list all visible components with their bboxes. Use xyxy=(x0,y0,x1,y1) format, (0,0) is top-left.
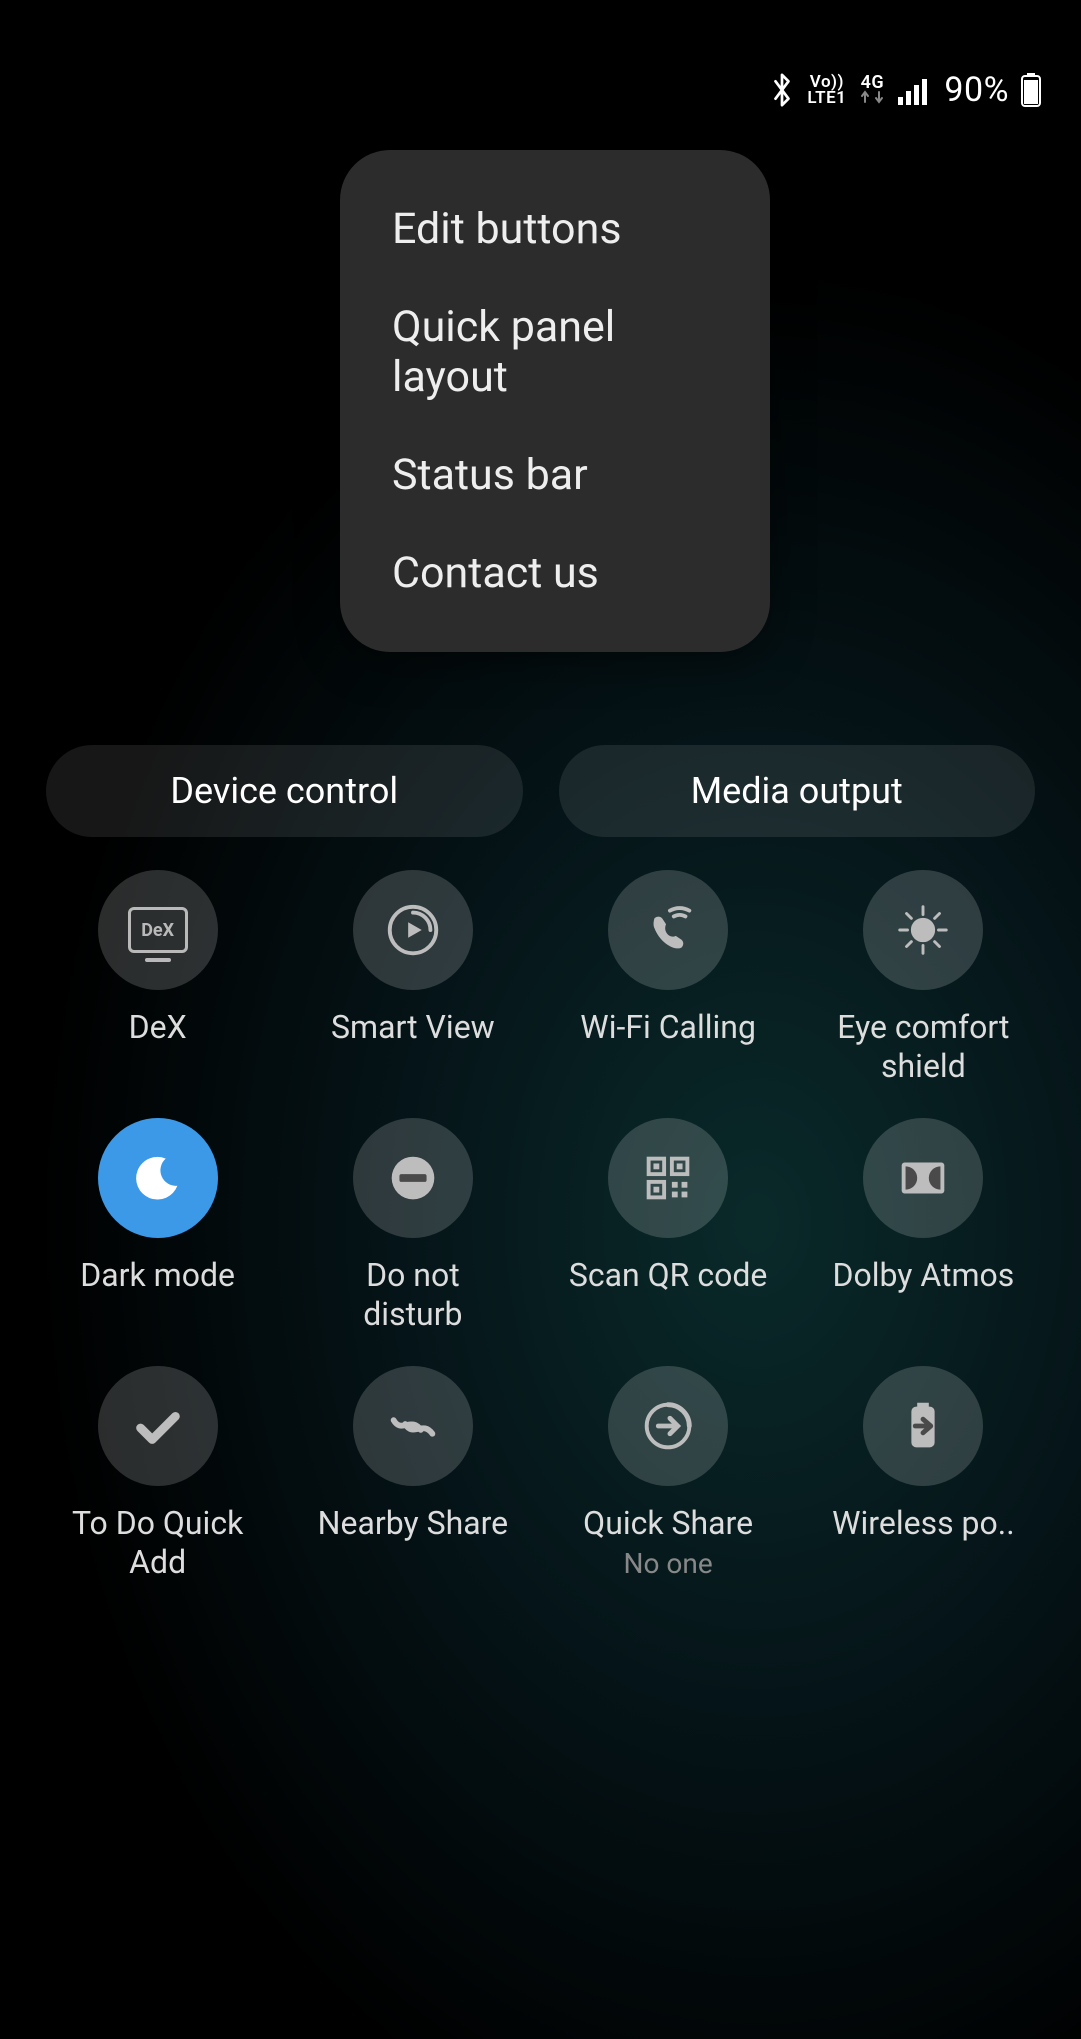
bluetooth-icon xyxy=(769,71,795,109)
tile-dnd[interactable]: Do not disturb xyxy=(285,1118,540,1334)
network-type-icon: 4G xyxy=(858,76,886,104)
tile-dark-mode[interactable]: Dark mode xyxy=(30,1118,285,1334)
tile-eye-comfort[interactable]: A Eye comfort shield xyxy=(796,870,1051,1086)
qr-icon xyxy=(637,1147,699,1209)
tile-label: Wireless po.. xyxy=(832,1504,1015,1543)
tile-label: Smart View xyxy=(331,1008,495,1047)
tile-wireless-powershare[interactable]: Wireless po.. xyxy=(796,1366,1051,1582)
overflow-menu: Edit buttons Quick panel layout Status b… xyxy=(340,150,770,652)
tile-smart-view[interactable]: Smart View xyxy=(285,870,540,1086)
signal-icon xyxy=(898,75,932,105)
menu-edit-buttons[interactable]: Edit buttons xyxy=(340,180,770,278)
menu-contact-us[interactable]: Contact us xyxy=(340,524,770,622)
tile-label: Nearby Share xyxy=(318,1504,508,1543)
tile-label: Eye comfort shield xyxy=(823,1008,1023,1086)
quickshare-icon xyxy=(637,1395,699,1457)
device-control-button[interactable]: Device control xyxy=(46,745,523,837)
tile-label: DeX xyxy=(129,1008,187,1047)
quick-settings-grid: DeX DeX Smart View Wi-Fi Calling A Eye c… xyxy=(0,870,1081,1582)
battery-icon xyxy=(1021,73,1041,107)
wifi-call-icon xyxy=(637,899,699,961)
media-output-button[interactable]: Media output xyxy=(559,745,1036,837)
volte-icon: Vo)) LTE1 xyxy=(807,74,846,106)
status-bar: Vo)) LTE1 4G 90% xyxy=(769,70,1041,110)
tile-scan-qr[interactable]: Scan QR code xyxy=(541,1118,796,1334)
pill-row: Device control Media output xyxy=(46,745,1035,837)
svg-text:A: A xyxy=(919,924,929,940)
nearby-icon xyxy=(382,1395,444,1457)
network-4g: 4G xyxy=(858,76,886,90)
battery-percent: 90% xyxy=(944,70,1009,110)
tile-todo[interactable]: To Do Quick Add xyxy=(30,1366,285,1582)
tile-dolby[interactable]: Dolby Atmos xyxy=(796,1118,1051,1334)
tile-nearby-share[interactable]: Nearby Share xyxy=(285,1366,540,1582)
cast-icon xyxy=(382,899,444,961)
tile-label: Dark mode xyxy=(80,1256,235,1295)
tile-label: To Do Quick Add xyxy=(58,1504,258,1582)
eye-comfort-icon: A xyxy=(892,899,954,961)
tile-wifi-calling[interactable]: Wi-Fi Calling xyxy=(541,870,796,1086)
dex-icon: DeX xyxy=(128,907,188,953)
dolby-icon xyxy=(892,1147,954,1209)
dnd-icon xyxy=(382,1147,444,1209)
volte-line2: LTE1 xyxy=(807,90,846,106)
tile-label: Do not disturb xyxy=(313,1256,513,1334)
tile-label: Wi-Fi Calling xyxy=(580,1008,756,1047)
tile-dex[interactable]: DeX DeX xyxy=(30,870,285,1086)
tile-label: Quick Share xyxy=(583,1504,753,1543)
tile-label: Dolby Atmos xyxy=(832,1256,1014,1295)
moon-icon xyxy=(127,1147,189,1209)
menu-quick-panel-layout[interactable]: Quick panel layout xyxy=(340,278,770,426)
tile-quick-share[interactable]: Quick Share No one xyxy=(541,1366,796,1582)
tile-label: Scan QR code xyxy=(569,1256,767,1295)
powershare-icon xyxy=(892,1395,954,1457)
menu-status-bar[interactable]: Status bar xyxy=(340,426,770,524)
check-icon xyxy=(127,1395,189,1457)
tile-sublabel: No one xyxy=(624,1547,713,1580)
